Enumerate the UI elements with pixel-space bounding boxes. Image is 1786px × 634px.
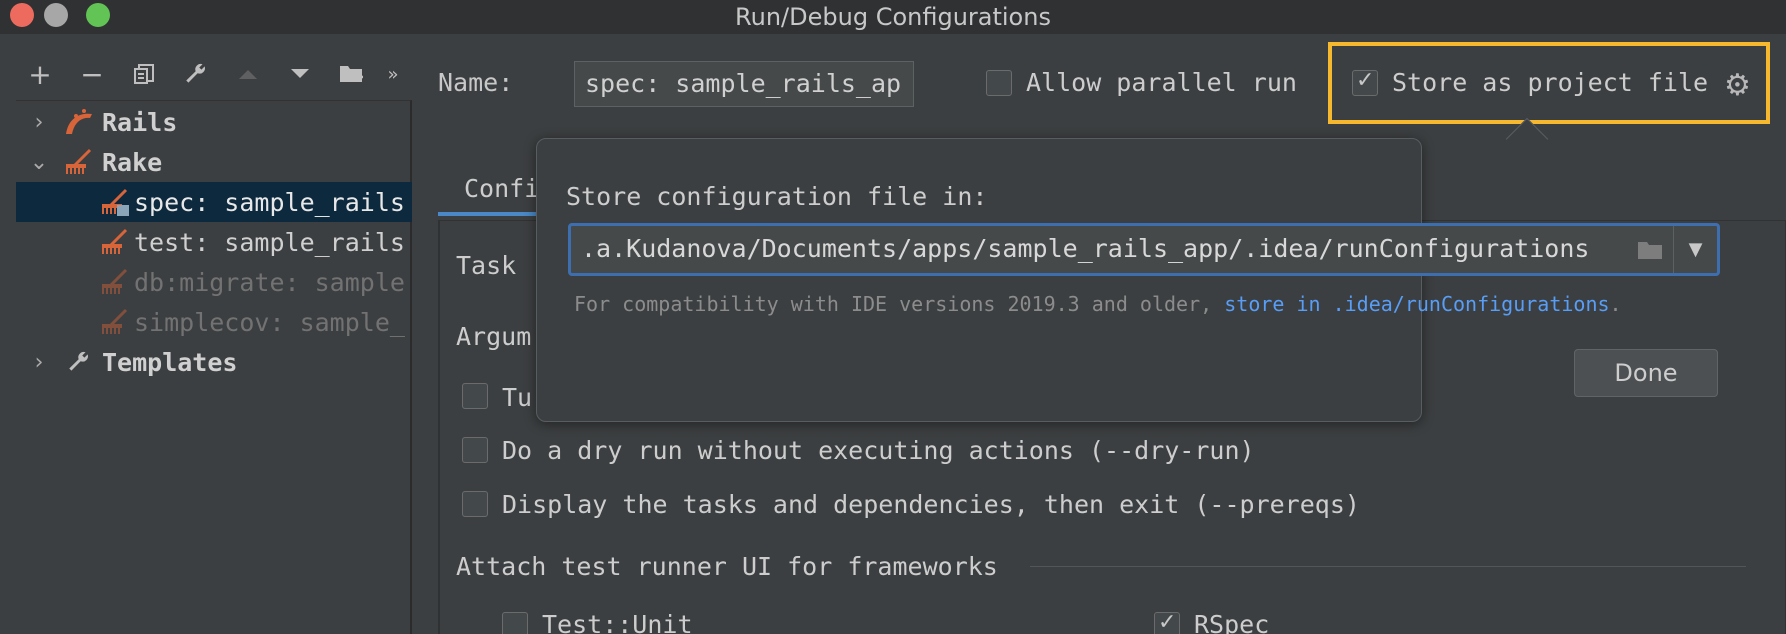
wrench-icon xyxy=(64,347,94,377)
tree-item-rails[interactable]: › Rails xyxy=(16,102,412,142)
allow-parallel-checkbox[interactable] xyxy=(986,70,1012,96)
store-project-label: Store as project file xyxy=(1392,68,1709,97)
folder-icon[interactable] xyxy=(1629,226,1673,273)
tree-item-label: Rake xyxy=(102,147,163,177)
tree-item-label: test: sample_rails xyxy=(134,227,405,257)
dry-run-checkbox[interactable] xyxy=(462,437,488,463)
done-button[interactable]: Done xyxy=(1574,349,1718,397)
task-label: Task xyxy=(456,251,517,280)
name-label: Name: xyxy=(438,68,514,97)
config-tree: › Rails ⌄ Rake spec: sample_rails test: … xyxy=(16,100,412,634)
rake-config-icon xyxy=(100,187,130,217)
hint-suffix: . xyxy=(1609,292,1622,316)
arguments-label: Argum xyxy=(456,322,532,351)
gear-icon[interactable]: ⚙ xyxy=(1724,68,1751,103)
chevron-right-icon[interactable]: › xyxy=(28,350,50,375)
chevron-down-icon[interactable]: ▼ xyxy=(1673,226,1717,273)
tree-item-label: spec: sample_rails xyxy=(134,187,405,217)
rake-config-icon xyxy=(100,267,130,297)
prereqs-checkbox[interactable] xyxy=(462,491,488,517)
rake-icon xyxy=(64,147,94,177)
popup-pointer xyxy=(1505,117,1549,161)
rspec-label: RSpec xyxy=(1194,610,1270,634)
tree-item-rake[interactable]: ⌄ Rake xyxy=(16,142,412,182)
new-folder-icon[interactable] xyxy=(326,56,378,92)
tree-item-label: Rails xyxy=(102,107,178,137)
prereqs-label: Display the tasks and dependencies, then… xyxy=(502,490,1360,519)
move-down-icon[interactable] xyxy=(274,56,326,92)
test-unit-label: Test::Unit xyxy=(542,610,693,634)
store-project-checkbox[interactable] xyxy=(1352,68,1378,96)
tree-item-db-migrate[interactable]: db:migrate: sample xyxy=(16,262,412,302)
rake-config-icon xyxy=(100,227,130,257)
store-location-popup xyxy=(536,138,1422,422)
rake-config-icon xyxy=(100,307,130,337)
trace-label: Tu xyxy=(502,383,533,412)
popup-title: Store configuration file in: xyxy=(566,182,988,211)
tab-configuration[interactable]: Confi xyxy=(464,174,539,203)
zoom-window-button[interactable] xyxy=(86,3,110,27)
test-unit-checkbox[interactable] xyxy=(502,612,528,634)
wrench-icon[interactable] xyxy=(170,56,222,92)
tree-item-spec[interactable]: spec: sample_rails xyxy=(16,182,412,222)
more-icon[interactable]: » xyxy=(378,56,408,92)
close-window-button[interactable] xyxy=(10,3,34,27)
section-divider xyxy=(1030,566,1746,567)
move-up-icon[interactable] xyxy=(222,56,274,92)
config-path-field[interactable]: .a.Kudanova/Documents/apps/sample_rails_… xyxy=(568,223,1720,276)
remove-icon[interactable]: − xyxy=(66,56,118,92)
window-title: Run/Debug Configurations xyxy=(735,3,1051,31)
store-in-idea-link[interactable]: store in .idea/runConfigurations xyxy=(1224,292,1609,316)
allow-parallel-label: Allow parallel run xyxy=(1026,68,1297,97)
tree-item-templates[interactable]: › Templates xyxy=(16,342,412,382)
rspec-checkbox[interactable] xyxy=(1154,610,1180,634)
tree-item-label: simplecov: sample_ xyxy=(134,307,405,337)
name-input[interactable]: spec: sample_rails_ap xyxy=(574,61,914,107)
chevron-down-icon[interactable]: ⌄ xyxy=(28,150,50,175)
minimize-window-button[interactable] xyxy=(44,3,68,27)
rails-icon xyxy=(64,107,94,137)
dry-run-label: Do a dry run without executing actions (… xyxy=(502,436,1255,465)
config-path-value: .a.Kudanova/Documents/apps/sample_rails_… xyxy=(581,234,1590,263)
attach-runner-heading: Attach test runner UI for frameworks xyxy=(456,552,998,581)
tree-item-label: db:migrate: sample xyxy=(134,267,405,297)
hint-text: For compatibility with IDE versions 2019… xyxy=(574,292,1213,316)
add-icon[interactable]: + xyxy=(14,56,66,92)
tree-item-test[interactable]: test: sample_rails xyxy=(16,222,412,262)
config-toolbar: + − » xyxy=(14,56,408,92)
compatibility-hint: For compatibility with IDE versions 2019… xyxy=(574,292,1622,316)
copy-icon[interactable] xyxy=(118,56,170,92)
trace-checkbox[interactable] xyxy=(462,383,488,409)
title-bar: Run/Debug Configurations xyxy=(0,0,1786,34)
tree-item-label: Templates xyxy=(102,347,238,377)
chevron-right-icon[interactable]: › xyxy=(28,110,50,135)
tree-item-simplecov[interactable]: simplecov: sample_ xyxy=(16,302,412,342)
